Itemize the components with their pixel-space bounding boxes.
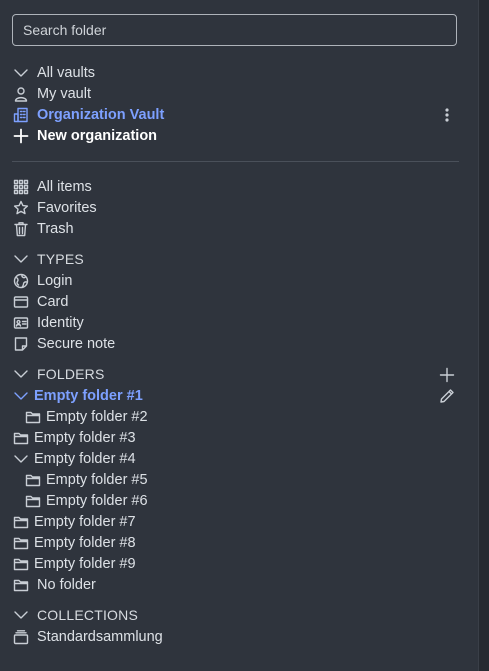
folder-label: Empty folder #3 (34, 429, 136, 446)
folder-icon (12, 534, 30, 552)
folder-icon (12, 513, 30, 531)
collection-item[interactable]: Standardsammlung (12, 626, 163, 647)
folder-icon (24, 471, 42, 489)
star-icon (12, 199, 30, 217)
folder-label: No folder (37, 576, 96, 593)
folder-item[interactable]: Empty folder #7 (12, 511, 136, 532)
folder-item[interactable]: Empty folder #3 (12, 427, 136, 448)
folder-item[interactable]: Empty folder #5 (24, 469, 148, 490)
chevron-down-icon (12, 365, 30, 383)
more-vertical-icon (445, 108, 449, 122)
sticky-note-icon (12, 335, 30, 353)
trash-label: Trash (37, 220, 74, 237)
no-folder-item[interactable]: No folder (12, 574, 96, 595)
building-icon (12, 106, 30, 124)
folder-icon (24, 408, 42, 426)
favorites-label: Favorites (37, 199, 97, 216)
type-card[interactable]: Card (12, 291, 68, 312)
folder-icon (24, 492, 42, 510)
folder-icon (12, 555, 30, 573)
folder-label: Empty folder #5 (46, 471, 148, 488)
my-vault-label: My vault (37, 85, 91, 102)
folder-item[interactable]: Empty folder #8 (12, 532, 136, 553)
divider (12, 161, 459, 162)
trash-icon (12, 220, 30, 238)
id-card-icon (12, 314, 30, 332)
trash-filter[interactable]: Trash (12, 218, 74, 239)
type-identity-label: Identity (37, 314, 84, 331)
vault-filter-panel: All vaults My vault Organization Vault N… (0, 0, 478, 671)
scrollbar[interactable] (478, 0, 489, 671)
folder-label: Empty folder #7 (34, 513, 136, 530)
user-icon (12, 85, 30, 103)
folders-section-toggle[interactable]: FOLDERS (12, 363, 105, 384)
add-folder-button[interactable] (437, 365, 457, 385)
folders-heading: FOLDERS (37, 365, 105, 382)
folder-item[interactable]: Empty folder #9 (12, 553, 136, 574)
folder-icon (12, 429, 30, 447)
all-items-filter[interactable]: All items (12, 176, 92, 197)
organization-vault-item[interactable]: Organization Vault (12, 104, 164, 125)
search-folder-input[interactable] (12, 14, 457, 46)
type-secure-note[interactable]: Secure note (12, 333, 115, 354)
folder-label: Empty folder #6 (46, 492, 148, 509)
type-login[interactable]: Login (12, 270, 72, 291)
type-identity[interactable]: Identity (12, 312, 84, 333)
organization-options-button[interactable] (437, 105, 457, 125)
folder-label: Empty folder #1 (34, 387, 143, 404)
all-vaults-toggle[interactable]: All vaults (12, 62, 95, 83)
types-section-toggle[interactable]: TYPES (12, 248, 84, 269)
grid-icon (12, 178, 30, 196)
pencil-icon (440, 389, 454, 403)
organization-vault-label: Organization Vault (37, 106, 165, 123)
chevron-down-icon (12, 64, 30, 82)
chevron-down-icon[interactable] (12, 450, 30, 468)
globe-icon (12, 272, 30, 290)
chevron-down-icon (12, 606, 30, 624)
folder-item[interactable]: Empty folder #2 (24, 406, 148, 427)
credit-card-icon (12, 293, 30, 311)
new-organization-label: New organization (37, 127, 158, 144)
new-organization-button[interactable]: New organization (12, 125, 157, 146)
folder-label: Empty folder #8 (34, 534, 136, 551)
type-card-label: Card (37, 293, 69, 310)
collection-label: Standardsammlung (37, 628, 163, 645)
favorites-filter[interactable]: Favorites (12, 197, 97, 218)
plus-icon (12, 127, 30, 145)
edit-folder-button[interactable] (437, 386, 457, 406)
collection-icon (12, 628, 30, 646)
plus-icon (439, 367, 455, 383)
type-login-label: Login (37, 272, 73, 289)
all-items-label: All items (37, 178, 92, 195)
folder-item[interactable]: Empty folder #1 (12, 385, 143, 406)
folder-label: Empty folder #2 (46, 408, 148, 425)
folder-label: Empty folder #4 (34, 450, 136, 467)
collections-heading: COLLECTIONS (37, 606, 138, 623)
all-vaults-label: All vaults (37, 64, 96, 81)
folder-item[interactable]: Empty folder #4 (12, 448, 136, 469)
chevron-down-icon[interactable] (12, 387, 30, 405)
chevron-down-icon (12, 250, 30, 268)
collections-section-toggle[interactable]: COLLECTIONS (12, 604, 138, 625)
my-vault-item[interactable]: My vault (12, 83, 91, 104)
type-secure-note-label: Secure note (37, 335, 116, 352)
folder-item[interactable]: Empty folder #6 (24, 490, 148, 511)
types-heading: TYPES (37, 250, 84, 267)
folder-icon (12, 576, 30, 594)
folder-label: Empty folder #9 (34, 555, 136, 572)
